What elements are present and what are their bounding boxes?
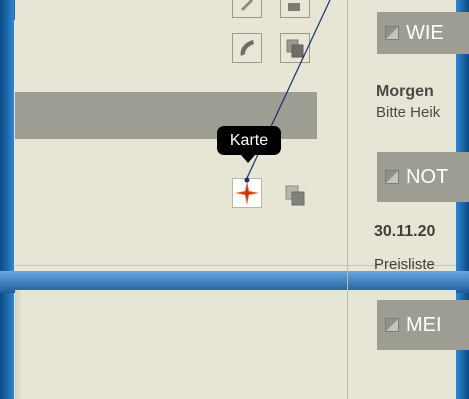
section-title: NOT: [406, 165, 449, 188]
copy-icon: [288, 3, 300, 11]
edit-button[interactable]: [232, 0, 262, 18]
section-marker-icon: [385, 26, 399, 40]
section-title: MEI: [406, 313, 442, 336]
map-tooltip: Karte: [217, 126, 281, 155]
news-title[interactable]: Morgen: [376, 83, 469, 101]
map-tooltip-label: Karte: [229, 131, 269, 149]
lower-panel-shade: [15, 290, 23, 399]
section-header-wie[interactable]: WIE: [377, 12, 469, 54]
window-frame-left: [0, 0, 14, 399]
copy-icon: [285, 185, 305, 206]
copy-icon: [286, 39, 304, 58]
copy-button[interactable]: [280, 33, 310, 63]
column-divider: [347, 0, 348, 399]
section-header-mei[interactable]: MEI: [377, 300, 469, 350]
phone-button[interactable]: [232, 33, 262, 63]
notice-text[interactable]: Preisliste: [374, 256, 457, 273]
section-marker-icon: [385, 170, 399, 184]
section-marker-icon: [385, 318, 399, 332]
tooltip-tail: [241, 155, 255, 163]
pencil-icon: [241, 0, 253, 11]
copy-button-top[interactable]: [280, 0, 310, 18]
compass-star-icon: [235, 181, 259, 205]
notice-date: 30.11.20: [374, 223, 436, 240]
section-header-not[interactable]: NOT: [377, 152, 469, 202]
copy-button-map-row[interactable]: [280, 180, 310, 210]
section-title: WIE: [406, 21, 444, 44]
phone-icon: [240, 40, 254, 56]
news-subtitle: Bitte Heik: [376, 104, 441, 121]
map-button[interactable]: [232, 178, 262, 208]
